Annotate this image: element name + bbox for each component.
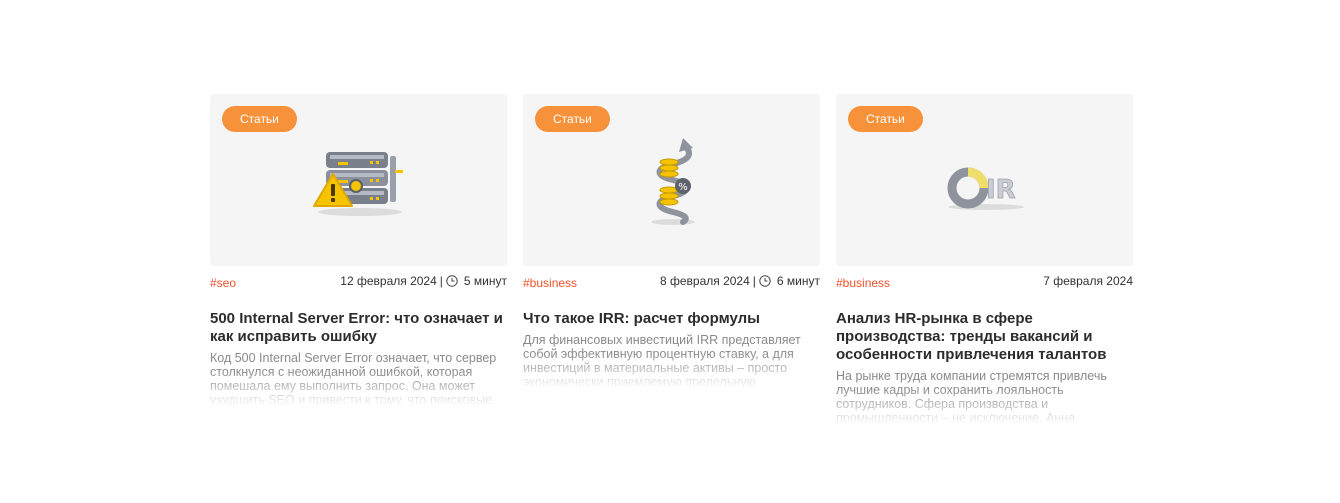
article-thumbnail[interactable]: Статьи bbox=[210, 94, 507, 266]
article-date: 12 февраля 2024 bbox=[340, 274, 437, 288]
article-excerpt: На рынке труда компании стремятся привле… bbox=[836, 369, 1133, 425]
article-excerpt: Код 500 Internal Server Error означает, … bbox=[210, 351, 507, 407]
article-meta: #seo 12 февраля 2024 | 5 минут bbox=[210, 273, 507, 290]
category-badge[interactable]: Статьи bbox=[848, 106, 923, 132]
article-title[interactable]: Что такое IRR: расчет формулы bbox=[523, 310, 820, 328]
svg-text:IR: IR bbox=[986, 175, 1016, 205]
read-time: 5 минут bbox=[463, 274, 507, 288]
article-card[interactable]: % Статьи #business 8 февраля 2024 | 6 ми… bbox=[523, 94, 820, 425]
article-date: 7 февраля 2024 bbox=[1043, 274, 1133, 288]
article-tag[interactable]: #business bbox=[836, 276, 890, 290]
article-title[interactable]: Анализ HR-рынка в сфере производства: тр… bbox=[836, 310, 1133, 364]
category-badge[interactable]: Статьи bbox=[222, 106, 297, 132]
article-card[interactable]: IR Статьи #business 7 февраля 2024 Анали… bbox=[836, 94, 1133, 425]
svg-text:%: % bbox=[678, 182, 688, 193]
article-date: 8 февраля 2024 bbox=[659, 274, 750, 288]
article-card[interactable]: Статьи #seo 12 февраля 2024 | 5 минут 50… bbox=[210, 94, 507, 425]
clock-icon bbox=[446, 275, 458, 287]
article-title[interactable]: 500 Internal Server Error: что означает … bbox=[210, 310, 507, 346]
article-cards: Статьи #seo 12 февраля 2024 | 5 минут 50… bbox=[210, 94, 1133, 425]
article-tag[interactable]: #business bbox=[523, 276, 577, 290]
meta-separator: | bbox=[752, 274, 756, 288]
read-time: 6 минут bbox=[776, 274, 820, 288]
article-meta: #business 7 февраля 2024 bbox=[836, 273, 1133, 290]
article-thumbnail[interactable]: % Статьи bbox=[523, 94, 820, 266]
article-excerpt: Для финансовых инвестиций IRR представля… bbox=[523, 333, 820, 389]
article-tag[interactable]: #seo bbox=[210, 276, 236, 290]
category-badge[interactable]: Статьи bbox=[535, 106, 610, 132]
clock-icon bbox=[759, 275, 771, 287]
article-thumbnail[interactable]: IR Статьи bbox=[836, 94, 1133, 266]
article-meta: #business 8 февраля 2024 | 6 минут bbox=[523, 273, 820, 290]
meta-separator: | bbox=[439, 274, 443, 288]
